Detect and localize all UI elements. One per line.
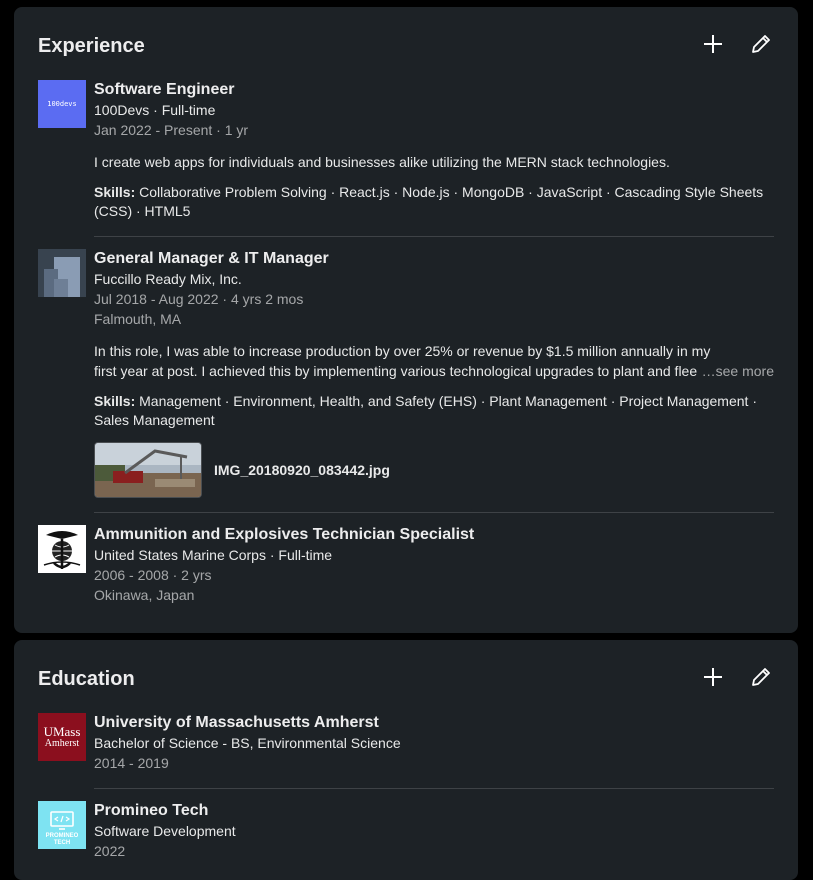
job-skills: Skills: Collaborative Problem Solving · … <box>94 183 774 221</box>
education-item: UMass Amherst University of Massachusett… <box>38 713 774 783</box>
experience-item: General Manager & IT Manager Fuccillo Re… <box>38 249 774 509</box>
add-education-button[interactable] <box>697 661 729 693</box>
education-dates: 2022 <box>94 843 126 859</box>
company-name: 100Devs · Full-time <box>94 102 216 118</box>
education-section: Education UMass Amherst University of Ma… <box>14 640 798 880</box>
skills-label: Skills: <box>94 393 136 409</box>
plus-icon <box>704 35 722 53</box>
logo-text: UMass <box>43 724 81 739</box>
divider <box>94 788 774 789</box>
job-dates: Jul 2018 - Aug 2022 · 4 yrs 2 mos <box>94 291 304 307</box>
job-description: In this role, I was able to increase pro… <box>94 341 774 381</box>
job-title[interactable]: Software Engineer <box>94 80 774 100</box>
education-item: PROMINEO TECH Promineo Tech Software Dev… <box>38 801 774 871</box>
logo-text: TECH <box>53 840 71 846</box>
edit-experience-button[interactable] <box>745 28 777 60</box>
construction-photo-image <box>95 443 201 497</box>
edit-education-button[interactable] <box>745 661 777 693</box>
job-title[interactable]: General Manager & IT Manager <box>94 249 774 269</box>
divider <box>94 236 774 237</box>
job-skills: Skills: Management · Environment, Health… <box>94 392 774 430</box>
pencil-icon <box>752 668 770 686</box>
degree: Software Development <box>94 823 236 839</box>
logo-text: Amherst <box>44 738 80 749</box>
add-experience-button[interactable] <box>697 28 729 60</box>
company-name: Fuccillo Ready Mix, Inc. <box>94 271 242 287</box>
job-title[interactable]: Ammunition and Explosives Technician Spe… <box>94 525 774 545</box>
media-filename: IMG_20180920_083442.jpg <box>214 462 390 478</box>
media-attachment[interactable]: IMG_20180920_083442.jpg <box>94 442 774 498</box>
divider <box>94 512 774 513</box>
job-location: Falmouth, MA <box>94 311 182 327</box>
skills-list: Collaborative Problem Solving · React.js… <box>94 184 764 219</box>
degree: Bachelor of Science - BS, Environmental … <box>94 735 401 751</box>
school-name[interactable]: Promineo Tech <box>94 801 774 821</box>
see-more-link[interactable]: …see more <box>702 361 774 381</box>
pencil-icon <box>752 35 770 53</box>
company-logo-100devs[interactable]: 100devs <box>38 80 86 128</box>
job-dates: Jan 2022 - Present · 1 yr <box>94 122 249 138</box>
school-name[interactable]: University of Massachusetts Amherst <box>94 713 774 733</box>
education-heading: Education <box>38 668 135 690</box>
experience-section: Experience 100devs Software Engineer 100… <box>14 7 798 633</box>
company-name: United States Marine Corps · Full-time <box>94 547 333 563</box>
description-line: first year at post. I achieved this by i… <box>94 363 698 379</box>
job-dates: 2006 - 2008 · 2 yrs <box>94 567 212 583</box>
media-thumbnail[interactable] <box>94 442 202 498</box>
company-logo-usmc[interactable] <box>38 525 86 573</box>
experience-item: Ammunition and Explosives Technician Spe… <box>38 525 774 615</box>
plus-icon <box>704 668 722 686</box>
monitor-code-icon <box>50 811 74 830</box>
job-description: I create web apps for individuals and bu… <box>94 154 670 170</box>
job-location: Okinawa, Japan <box>94 587 195 603</box>
logo-text: PROMINEO <box>45 833 79 839</box>
company-logo-fuccillo[interactable] <box>38 249 86 297</box>
experience-item: 100devs Software Engineer 100Devs · Full… <box>38 80 774 230</box>
experience-heading: Experience <box>38 35 145 57</box>
school-logo-umass[interactable]: UMass Amherst <box>38 713 86 761</box>
company-placeholder-icon <box>38 249 86 297</box>
description-line: In this role, I was able to increase pro… <box>94 343 711 359</box>
education-dates: 2014 - 2019 <box>94 755 169 771</box>
skills-list: Management · Environment, Health, and Sa… <box>94 393 757 428</box>
skills-label: Skills: <box>94 184 136 200</box>
school-logo-promineo[interactable]: PROMINEO TECH <box>38 801 86 849</box>
logo-text: 100devs <box>47 100 77 108</box>
eagle-globe-anchor-icon <box>38 525 86 573</box>
